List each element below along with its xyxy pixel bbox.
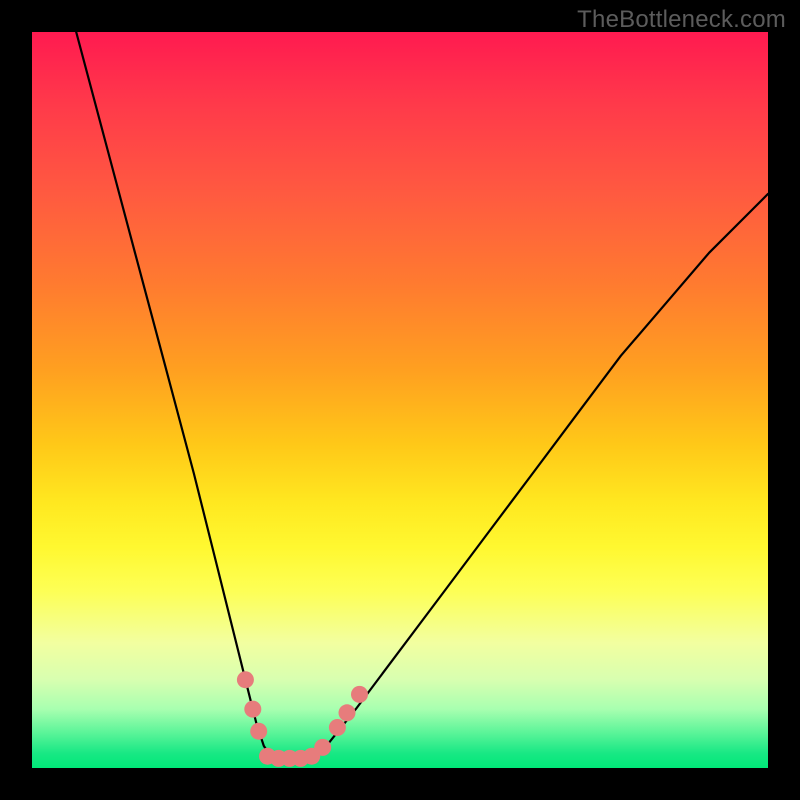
curve-marker — [250, 723, 267, 740]
chart-frame: TheBottleneck.com — [0, 0, 800, 800]
curve-marker — [329, 719, 346, 736]
watermark-text: TheBottleneck.com — [577, 6, 786, 34]
curve-marker — [244, 701, 261, 718]
curve-marker — [351, 686, 368, 703]
plot-area — [32, 32, 768, 768]
curve-marker — [339, 704, 356, 721]
bottleneck-curve — [76, 32, 768, 759]
curve-marker — [314, 739, 331, 756]
curve-marker — [237, 671, 254, 688]
curve-markers — [237, 671, 368, 767]
chart-svg — [32, 32, 768, 768]
